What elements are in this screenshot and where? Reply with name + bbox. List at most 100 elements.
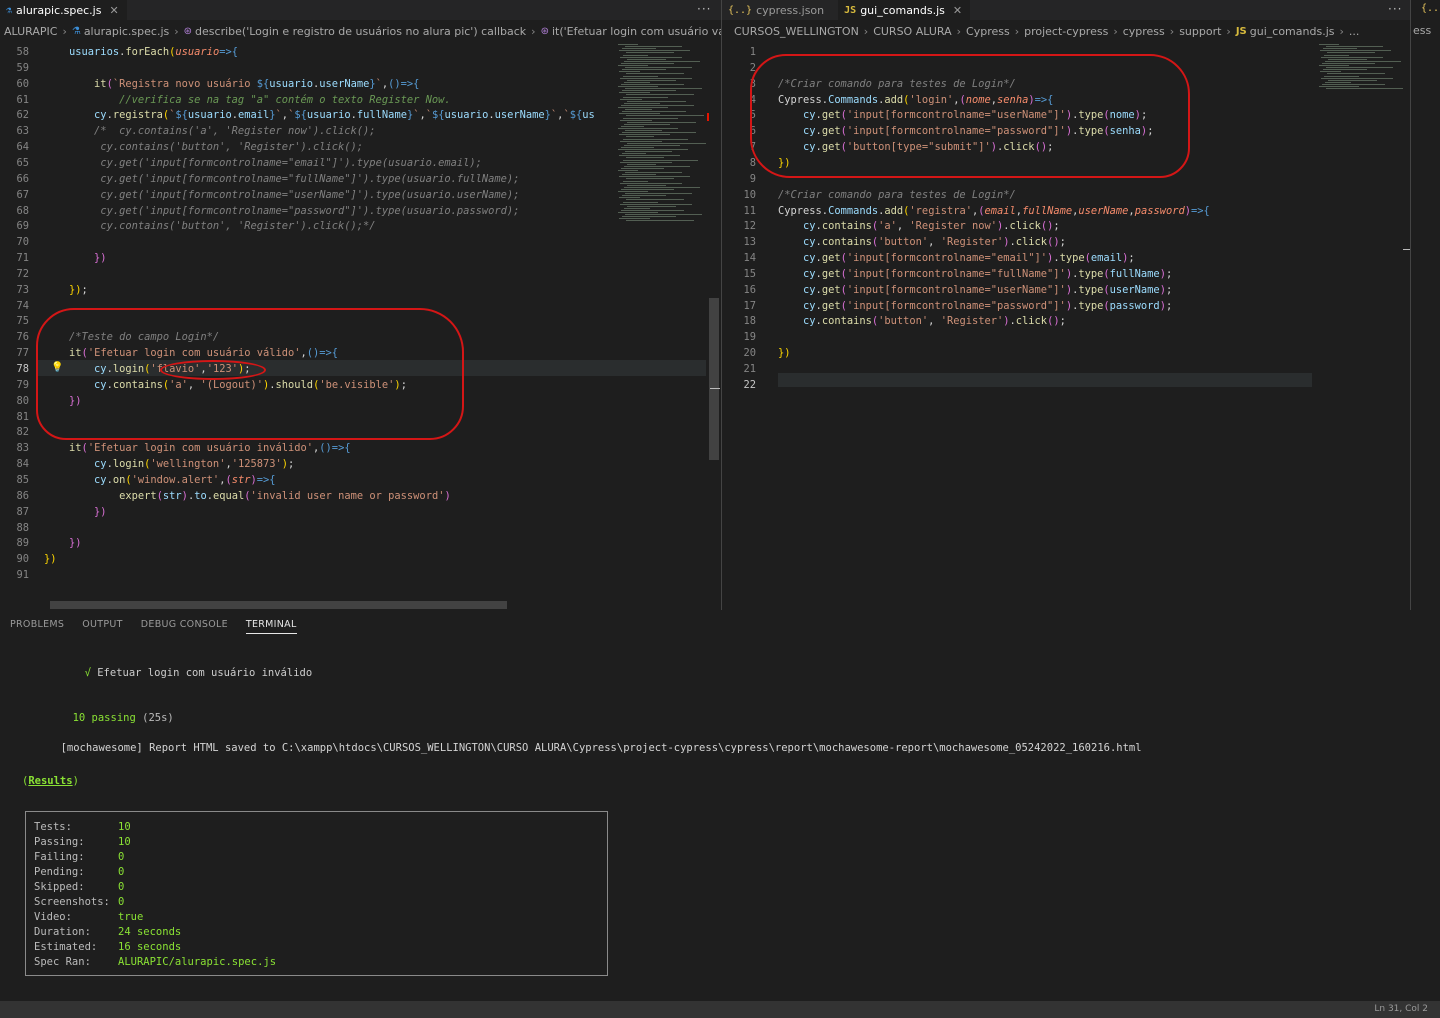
code-line[interactable]: 6 cy.get('input[formcontrolname="passwor… <box>722 123 1154 139</box>
code-line[interactable]: 79 cy.contains('a', '(Logout)').should('… <box>0 377 406 393</box>
code-line[interactable]: 15 cy.get('input[formcontrolname="fullNa… <box>722 266 1172 282</box>
tab-gui-comands[interactable]: JS gui_comands.js ✕ <box>838 0 971 20</box>
breadcrumb-item[interactable]: ALURAPIC <box>4 25 57 38</box>
code-line[interactable]: 65 cy.get('input[formcontrolname="email"… <box>0 155 481 171</box>
breadcrumb-item[interactable]: project-cypress <box>1024 25 1108 38</box>
breadcrumb-item[interactable]: describe('Login e registro de usuários n… <box>195 25 526 38</box>
horizontal-scrollbar[interactable] <box>50 601 507 609</box>
code-line[interactable]: 89 }) <box>0 535 81 551</box>
minimap-line <box>621 167 664 169</box>
code-line[interactable]: 88 <box>0 520 29 536</box>
lightbulb-icon[interactable]: 💡 <box>51 362 63 373</box>
code-line[interactable]: 61 //verifica se na tag "a" contém o tex… <box>0 92 450 108</box>
tab-debug-console[interactable]: DEBUG CONSOLE <box>141 619 228 634</box>
current-line-highlight <box>778 373 1312 387</box>
chevron-right-icon: › <box>1014 24 1020 38</box>
terminal-output[interactable]: √ Efetuar login com usuário inválido 10 … <box>10 611 1142 787</box>
code-line[interactable]: 67 cy.get('input[formcontrolname="userNa… <box>0 187 519 203</box>
code-line[interactable]: 13 cy.contains('button', 'Register').cli… <box>722 234 1065 250</box>
code-line[interactable]: 60 it(`Registra novo usuário ${usuario.u… <box>0 76 419 92</box>
breadcrumb-item[interactable]: CURSOS_WELLINGTON <box>734 25 859 38</box>
vscode-window: ⚗ alurapic.spec.js ✕ ··· ALURAPIC › ⚗ al… <box>0 0 1440 1018</box>
code-line[interactable]: 17 cy.get('input[formcontrolname="passwo… <box>722 298 1172 314</box>
code-line[interactable]: 22 <box>722 377 756 393</box>
code-line[interactable]: 75 <box>0 313 29 329</box>
code-line[interactable]: 3 /*Criar comando para testes de Login*/ <box>722 76 1016 92</box>
code-line[interactable]: 59 <box>0 60 29 76</box>
code-line[interactable]: 76 /*Teste do campo Login*/ <box>0 329 219 345</box>
code-line[interactable]: 14 cy.get('input[formcontrolname="email"… <box>722 250 1134 266</box>
code-line[interactable]: 16 cy.get('input[formcontrolname="userNa… <box>722 282 1172 298</box>
breadcrumb-item[interactable]: Cypress <box>966 25 1010 38</box>
code-line[interactable]: 12 cy.contains('a', 'Register now').clic… <box>722 218 1059 234</box>
code-line[interactable]: 20}) <box>722 345 790 361</box>
code-line[interactable]: 21 <box>722 361 756 377</box>
code-line[interactable]: 82 <box>0 424 29 440</box>
code-line[interactable]: 10 /*Criar comando para testes de Login*/ <box>722 187 1015 203</box>
code-line[interactable]: 58 usuarios.forEach(usuario=>{ <box>0 44 238 60</box>
breadcrumb-item[interactable]: support <box>1179 25 1221 38</box>
minimap[interactable] <box>618 44 708 244</box>
tab-terminal[interactable]: TERMINAL <box>245 619 297 634</box>
tab-alurapic-spec[interactable]: ⚗ alurapic.spec.js ✕ <box>0 0 127 20</box>
minimap-line <box>1326 46 1383 48</box>
cursor-position[interactable]: Ln 31, Col 2 <box>1374 1004 1428 1014</box>
code-line[interactable]: 7 cy.get('button[type="submit"]').click(… <box>722 139 1054 155</box>
vertical-scrollbar[interactable] <box>709 298 719 460</box>
code-line[interactable]: 85 cy.on('window.alert',(str)=>{ <box>0 472 275 488</box>
code-line[interactable]: 5 cy.get('input[formcontrolname="userNam… <box>722 107 1147 123</box>
minimap-line <box>1327 73 1385 75</box>
code-line[interactable]: 83 it('Efetuar login com usuário inválid… <box>0 440 350 456</box>
code-line[interactable]: 64 cy.contains('button', 'Register').cli… <box>0 139 363 155</box>
breadcrumb-item[interactable]: it('Efetuar login com usuário válido') c… <box>552 25 721 38</box>
code-line[interactable]: 81 <box>0 409 29 425</box>
code-line[interactable]: 77 it('Efetuar login com usuário válido'… <box>0 345 338 361</box>
minimap[interactable] <box>1319 44 1409 244</box>
tab-cypress-json[interactable]: {..} cypress.json <box>722 0 838 20</box>
minimap-line <box>623 201 658 203</box>
code-line[interactable]: 11 Cypress.Commands.add('registra',(email… <box>722 203 1209 219</box>
code-line[interactable]: 72 <box>0 266 29 282</box>
close-icon[interactable]: ✕ <box>953 4 962 17</box>
code-line[interactable]: 84 cy.login('wellington','125873'); <box>0 456 294 472</box>
code-line[interactable]: 78 cy.login('flavio','123'); <box>0 361 250 377</box>
code-line[interactable]: 74 <box>0 298 29 314</box>
breadcrumb-item[interactable]: ... <box>1349 25 1360 38</box>
code-line[interactable]: 73 }); <box>0 282 87 298</box>
code-line[interactable]: 90}) <box>0 551 56 567</box>
code-line[interactable]: 62 cy.registra(`${usuario.email}`,`${usu… <box>0 107 594 123</box>
code-line[interactable]: 18 cy.contains('button', 'Register').cli… <box>722 313 1065 329</box>
breadcrumb-item[interactable]: alurapic.spec.js <box>84 25 169 38</box>
tab-output[interactable]: OUTPUT <box>82 619 123 634</box>
code-line[interactable]: 87 }) <box>0 504 106 520</box>
chevron-right-icon: › <box>62 24 67 38</box>
code-line[interactable]: 66 cy.get('input[formcontrolname="fullNa… <box>0 171 519 187</box>
code-line[interactable]: 8}) <box>722 155 791 171</box>
line-number: 81 <box>16 410 29 423</box>
left-tab-bar: ⚗ alurapic.spec.js ✕ ··· <box>0 0 721 20</box>
breadcrumb-item[interactable]: gui_comands.js <box>1250 25 1335 38</box>
code-line[interactable]: 91 <box>0 567 29 583</box>
code-line[interactable]: 9 <box>722 171 756 187</box>
breadcrumb-item[interactable]: cypress <box>1123 25 1165 38</box>
more-actions-icon[interactable]: ··· <box>697 2 711 16</box>
breadcrumb-item[interactable]: CURSO ALURA <box>873 25 951 38</box>
code-line[interactable]: 71 }) <box>0 250 106 266</box>
minimap-line <box>625 46 682 48</box>
code-line[interactable]: 86 expert(str).to.equal('invalid user na… <box>0 488 450 504</box>
chevron-right-icon: › <box>174 24 179 38</box>
code-line[interactable]: 68 cy.get('input[formcontrolname="passwo… <box>0 203 519 219</box>
code-line[interactable]: 2 <box>722 60 756 76</box>
code-line[interactable]: 80 }) <box>0 393 81 409</box>
code-line[interactable]: 1 <box>722 44 756 60</box>
code-line[interactable]: 4 Cypress.Commands.add('login',(nome,senh… <box>722 92 1054 108</box>
code-line[interactable]: 70 <box>0 234 29 250</box>
code-text: cy.contains('button', 'Register').click(… <box>803 315 1066 328</box>
more-actions-icon[interactable]: ··· <box>1388 2 1402 16</box>
minimap-line <box>621 83 684 85</box>
code-line[interactable]: 63 /* cy.contains('a', 'Register now').c… <box>0 123 375 139</box>
code-line[interactable]: 19 <box>722 329 756 345</box>
close-icon[interactable]: ✕ <box>109 4 118 17</box>
code-line[interactable]: 69 cy.contains('button', 'Register').cli… <box>0 218 375 234</box>
minimap-line <box>624 207 650 209</box>
